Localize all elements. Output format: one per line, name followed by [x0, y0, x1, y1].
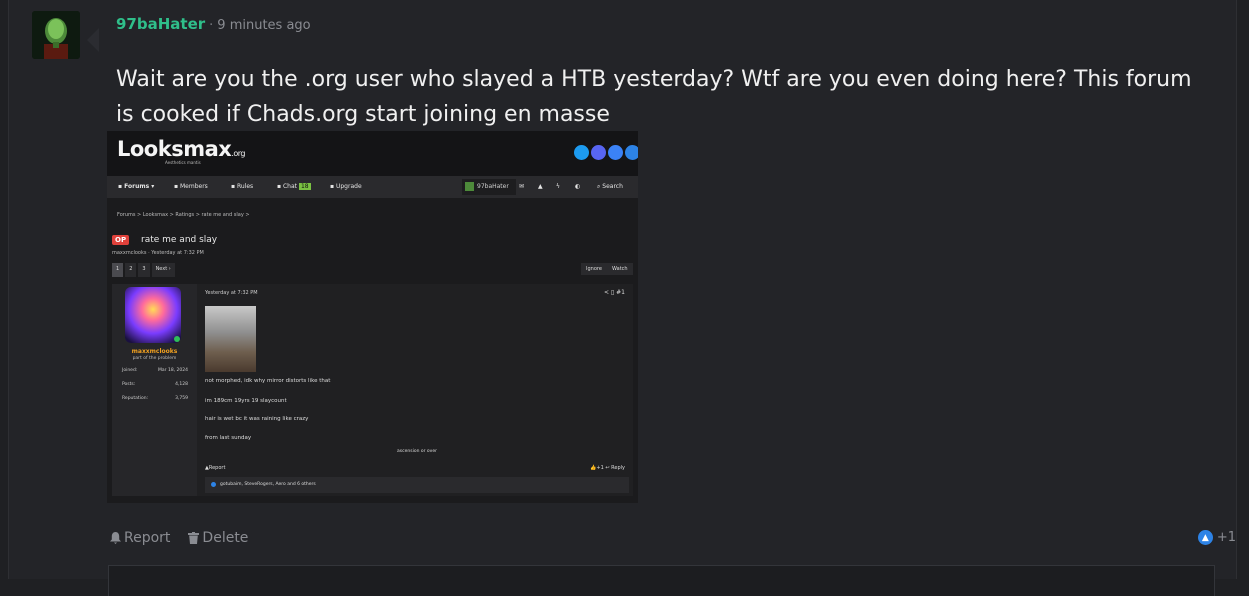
post-timestamp[interactable]: 9 minutes ago — [217, 18, 310, 33]
embed-likes: 👍+1 ↩ Reply — [590, 465, 625, 471]
embed-post-date: Yesterday at 7:32 PM — [205, 290, 258, 296]
trash-icon — [188, 532, 200, 544]
delete-button[interactable]: Delete — [188, 530, 248, 546]
embed-pager: 1 2 3 Next › — [112, 263, 175, 277]
embed-post-icons: < ▯ #1 — [603, 289, 625, 296]
username-link[interactable]: 97baHater — [116, 15, 205, 33]
embed-line-1: not morphed, idk why mirror distorts lik… — [205, 378, 331, 384]
delete-label: Delete — [202, 530, 249, 546]
embed-rep: Reputation: 3,759 — [122, 396, 188, 401]
post-message: Wait are you the .org user who slayed a … — [116, 67, 1192, 127]
embed-user-avatar — [125, 287, 181, 343]
embed-ascension: ascension or over — [397, 449, 437, 454]
report-label: Report — [124, 530, 171, 546]
embed-ignore-button: Ignore — [581, 263, 607, 275]
reply-editor[interactable] — [108, 565, 1215, 596]
embed-nav-rules: ▪ Rules — [231, 183, 254, 190]
embed-nav-toggle-icon: ◐ — [575, 183, 581, 190]
embed-op-badge: OP — [112, 235, 130, 245]
embed-watch-button: Watch — [607, 263, 633, 275]
mail-icon — [625, 145, 638, 160]
post-meta: 97baHater · 9 minutes ago — [116, 15, 311, 33]
embed-header: Looksmax.org Aesthetics mantis — [107, 131, 638, 176]
thumbs-up-icon: ▲ — [1197, 530, 1213, 545]
reaction-summary[interactable]: ▲ +1 — [1197, 530, 1236, 545]
embed-nav: ▪ Forums ▾ ▪ Members ▪ Rules ▪ Chat 18 ▪… — [107, 176, 638, 198]
twitter-icon — [574, 145, 589, 160]
discord-icon — [591, 145, 606, 160]
embed-post-image — [205, 306, 256, 372]
embed-nav-upgrade: ▪ Upgrade — [330, 183, 362, 190]
embed-nav-chat: ▪ Chat 18 — [277, 183, 311, 190]
bell-icon — [110, 532, 121, 544]
embed-user-column: maxxmclooks part of the problem Joined: M… — [112, 284, 197, 496]
embed-nav-mail-icon: ✉ — [519, 183, 525, 190]
meta-separator: · — [209, 18, 214, 33]
embed-logo: Looksmax.org — [117, 137, 245, 161]
embed-posts: Posts: 4,128 — [122, 382, 188, 387]
embed-report: ▲Report — [205, 465, 226, 471]
embed-logo-sub: Aesthetics mantis — [165, 160, 201, 165]
embed-nav-bell-icon: ▲ — [538, 183, 543, 190]
embed-nav-user: 97baHater — [462, 179, 516, 195]
embed-nav-search: ⌕ Search — [597, 183, 623, 190]
embed-post: maxxmclooks part of the problem Joined: M… — [112, 284, 633, 496]
embed-online-dot — [174, 336, 180, 342]
embed-nav-forums: ▪ Forums ▾ — [118, 183, 155, 190]
attached-screenshot[interactable]: Looksmax.org Aesthetics mantis ▪ Forums … — [107, 131, 638, 503]
like-count: +1 — [1216, 530, 1236, 545]
report-button[interactable]: Report — [110, 530, 170, 546]
user-avatar[interactable] — [32, 11, 80, 59]
embed-line-2: im 189cm 19yrs 19 slaycount — [205, 398, 287, 404]
embed-nav-bolt-icon: ϟ — [556, 183, 560, 190]
embed-line-3: hair is wet bc it was raining like crazy — [205, 416, 309, 422]
embed-reactions: gotubaim, SteveRogers, Aero and 6 others — [205, 477, 629, 493]
embed-user-name: maxxmclooks — [131, 348, 178, 355]
embed-line-4: from last sunday — [205, 435, 252, 441]
embed-user-title: part of the problem — [132, 356, 177, 361]
embed-thread-title: rate me and slay — [141, 235, 218, 245]
post-actions: Report Delete — [110, 530, 248, 546]
embed-thread-meta: maxxmclooks · Yesterday at 7:32 PM — [112, 250, 204, 256]
embed-joined: Joined: Mar 18, 2024 — [122, 368, 188, 373]
embed-post-body: Yesterday at 7:32 PM < ▯ #1 not morphed,… — [205, 284, 629, 496]
avatar-pointer — [87, 28, 99, 52]
instagram-icon — [608, 145, 623, 160]
embed-breadcrumb: Forums > Looksmax > Ratings > rate me an… — [117, 212, 250, 218]
embed-nav-members: ▪ Members — [174, 183, 208, 190]
